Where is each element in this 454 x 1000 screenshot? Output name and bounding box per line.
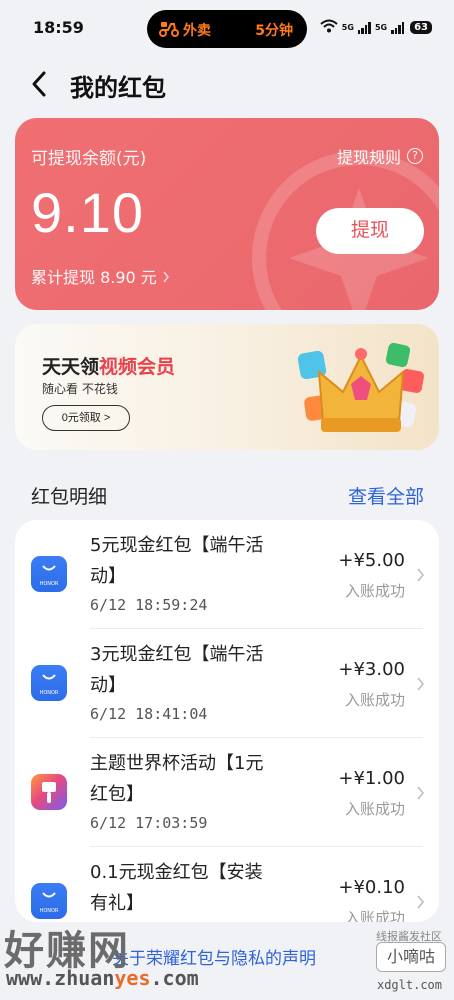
scooter-icon [159, 19, 179, 41]
record-time: 6/12 18:59:24 [90, 596, 208, 614]
theme-brush-icon [31, 774, 67, 810]
total-withdrawn-link[interactable]: 累计提现 8.90 元 [31, 264, 170, 288]
record-time: 6/12 17:03:59 [90, 814, 208, 832]
svg-text:HONOR: HONOR [40, 690, 59, 696]
page-header: 我的红包 [0, 62, 454, 106]
record-name: 0.1元现金红包【安装有礼】 [90, 862, 263, 914]
watermark-url-suffix: .com [150, 966, 199, 990]
dynamic-island-delivery[interactable]: 外卖 5分钟 [147, 10, 307, 48]
clock: 18:59 [33, 18, 84, 37]
watermark-right-url: xdglt.com [376, 978, 442, 992]
chevron-right-icon [416, 894, 425, 914]
wifi-icon [320, 18, 338, 37]
records-list: HONOR 5元现金红包【端午活动】 6/12 18:59:24 +¥5.00 … [15, 520, 439, 922]
watermark-url: www.zhuanyes.com [6, 966, 199, 990]
list-item[interactable]: 主题世界杯活动【1元红包】 6/12 17:03:59 +¥1.00 入账成功 [15, 738, 439, 847]
record-name: 5元现金红包【端午活动】 [90, 535, 264, 587]
record-time: 6/12 18:41:04 [90, 705, 208, 723]
balance-label: 可提现余额(元) [31, 149, 147, 169]
honor-app-icon: HONOR [31, 883, 67, 919]
back-arrow-icon[interactable] [30, 70, 48, 102]
chevron-right-icon [416, 567, 425, 587]
status-bar: 18:59 外卖 5分钟 5G 5G 63 [0, 0, 454, 56]
record-amount: +¥3.00 [338, 659, 405, 680]
honor-app-icon: HONOR [31, 665, 67, 701]
record-amount: +¥0.10 [338, 877, 405, 898]
watermark-tag: 小嘀咕 [376, 942, 446, 972]
signal-bars-icon [357, 21, 371, 34]
video-membership-banner[interactable]: 天天领视频会员 随心看 不花钱 0元领取 > [15, 324, 439, 450]
list-item[interactable]: HONOR 5元现金红包【端午活动】 6/12 18:59:24 +¥5.00 … [15, 520, 439, 629]
view-all-link[interactable]: 查看全部 [348, 482, 424, 509]
promo-title-highlight: 视频会员 [99, 356, 176, 378]
balance-card: 可提现余额(元) 提现规则 ? 9.10 累计提现 8.90 元 提现 [15, 118, 439, 310]
chevron-right-icon [162, 268, 170, 287]
promo-title-plain: 天天领 [42, 356, 100, 378]
total-withdrawn-text: 累计提现 8.90 元 [31, 268, 157, 287]
rules-label: 提现规则 [336, 148, 401, 167]
page-title: 我的红包 [70, 74, 166, 102]
record-status: 入账成功 [344, 909, 405, 922]
record-status: 入账成功 [344, 691, 405, 709]
record-status: 入账成功 [344, 800, 405, 818]
signal-2-label: 5G [374, 23, 388, 32]
watermark-url-highlight: yes [114, 966, 151, 990]
svg-text:HONOR: HONOR [40, 581, 59, 587]
honor-app-icon: HONOR [31, 556, 67, 592]
record-status: 入账成功 [344, 582, 405, 600]
watermark-url-prefix: www.zhuan [6, 966, 115, 990]
help-circle-icon: ? [407, 148, 423, 164]
record-amount: +¥1.00 [338, 768, 405, 789]
signal-1-label: 5G [341, 23, 354, 32]
status-icons: 5G 5G 63 [320, 18, 432, 37]
signal-bars-icon [391, 21, 405, 34]
battery-indicator: 63 [410, 21, 432, 34]
section-title: 红包明细 [31, 486, 108, 508]
promo-title: 天天领视频会员 [42, 352, 175, 379]
withdraw-rules-link[interactable]: 提现规则 ? [337, 144, 423, 168]
record-amount: +¥5.00 [338, 550, 405, 571]
chevron-right-icon [416, 785, 425, 805]
crown-apps-illustration [297, 342, 424, 432]
record-name: 3元现金红包【端午活动】 [90, 644, 264, 696]
list-item[interactable]: HONOR 3元现金红包【端午活动】 6/12 18:41:04 +¥3.00 … [15, 629, 439, 738]
record-name: 主题世界杯活动【1元红包】 [90, 753, 264, 805]
delivery-label: 外卖 [183, 23, 211, 39]
svg-text:HONOR: HONOR [40, 908, 59, 914]
list-item[interactable]: HONOR 0.1元现金红包【安装有礼】 +¥0.10 入账成功 [15, 847, 439, 922]
promo-subtitle: 随心看 不花钱 [42, 382, 118, 396]
chevron-right-icon [416, 676, 425, 696]
withdraw-button[interactable]: 提现 [316, 208, 424, 254]
delivery-eta: 5分钟 [255, 23, 293, 39]
claim-free-button[interactable]: 0元领取 > [42, 405, 130, 431]
balance-amount: 9.10 [31, 181, 144, 244]
